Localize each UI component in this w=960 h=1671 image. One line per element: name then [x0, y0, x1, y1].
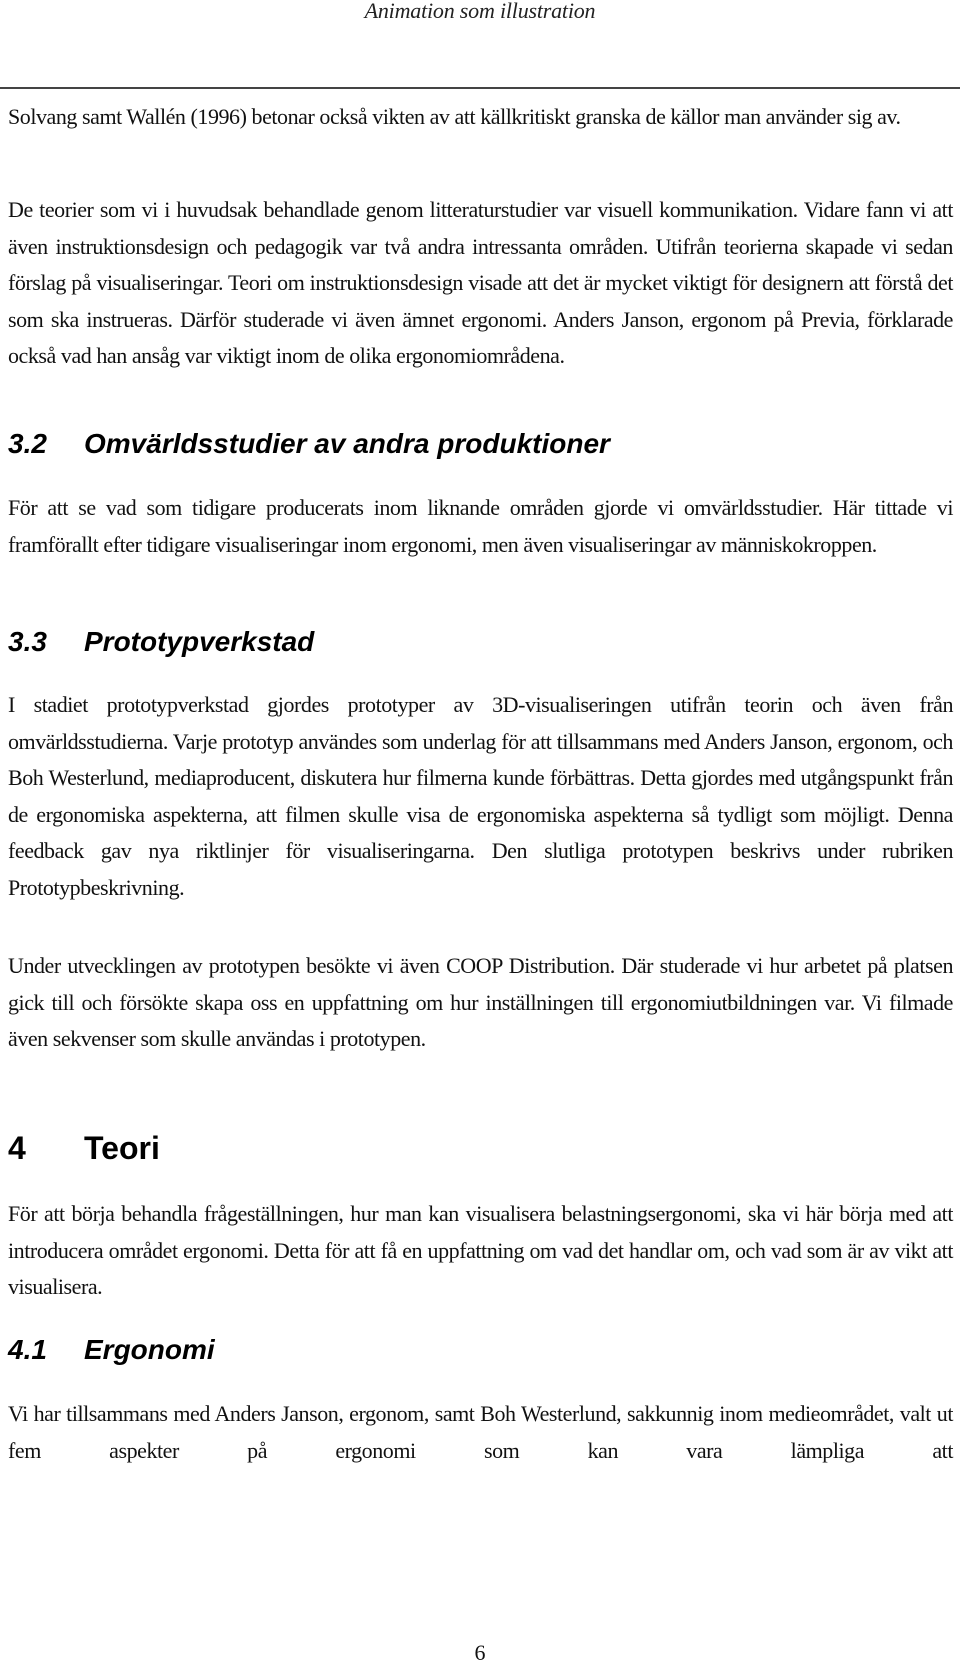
- paragraph-sources: Solvang samt Wallén (1996) betonar också…: [8, 99, 953, 136]
- section-number: 3.3: [8, 626, 47, 657]
- paragraph-theory-intro: För att börja behandla frågeställningen,…: [8, 1196, 953, 1306]
- section-title: Omvärldsstudier av andra produktioner: [84, 428, 610, 459]
- paragraph-theories: De teorier som vi i huvudsak behandlade …: [8, 192, 953, 375]
- paragraph-text: Solvang samt Wallén (1996) betonar också…: [8, 104, 901, 129]
- header-rule: [0, 87, 960, 89]
- paragraph-text: Under utvecklingen av prototypen besökte…: [8, 953, 953, 1051]
- paragraph-coop-visit: Under utvecklingen av prototypen besökte…: [8, 948, 953, 1058]
- paragraph-text: De teorier som vi i huvudsak behandlade …: [8, 197, 953, 368]
- running-header: Animation som illustration: [364, 0, 596, 23]
- chapter-number: 4: [8, 1130, 26, 1166]
- section-number: 3.2: [8, 428, 47, 459]
- section-heading-3-3: 3.3 Prototypverkstad: [8, 626, 314, 658]
- chapter-title: Teori: [84, 1130, 160, 1166]
- paragraph-text: Vi har tillsammans med Anders Janson, er…: [8, 1401, 953, 1463]
- paragraph-text: I stadiet prototypverkstad gjordes proto…: [8, 692, 953, 900]
- paragraph-text: För att börja behandla frågeställningen,…: [8, 1201, 953, 1299]
- paragraph-text: För att se vad som tidigare producerats …: [8, 495, 953, 557]
- paragraph-prototype-workshop: I stadiet prototypverkstad gjordes proto…: [8, 687, 953, 906]
- section-heading-3-2: 3.2 Omvärldsstudier av andra produktioner: [8, 428, 610, 460]
- section-title: Prototypverkstad: [84, 626, 315, 657]
- page-number: 6: [474, 1640, 486, 1665]
- paragraph-world-studies: För att se vad som tidigare producerats …: [8, 490, 953, 563]
- paragraph-ergonomics: Vi har tillsammans med Anders Janson, er…: [8, 1396, 953, 1469]
- section-title: Ergonomi: [84, 1334, 215, 1365]
- chapter-heading-4: 4 Teori: [8, 1130, 160, 1167]
- section-number: 4.1: [8, 1334, 47, 1365]
- section-heading-4-1: 4.1 Ergonomi: [8, 1334, 215, 1366]
